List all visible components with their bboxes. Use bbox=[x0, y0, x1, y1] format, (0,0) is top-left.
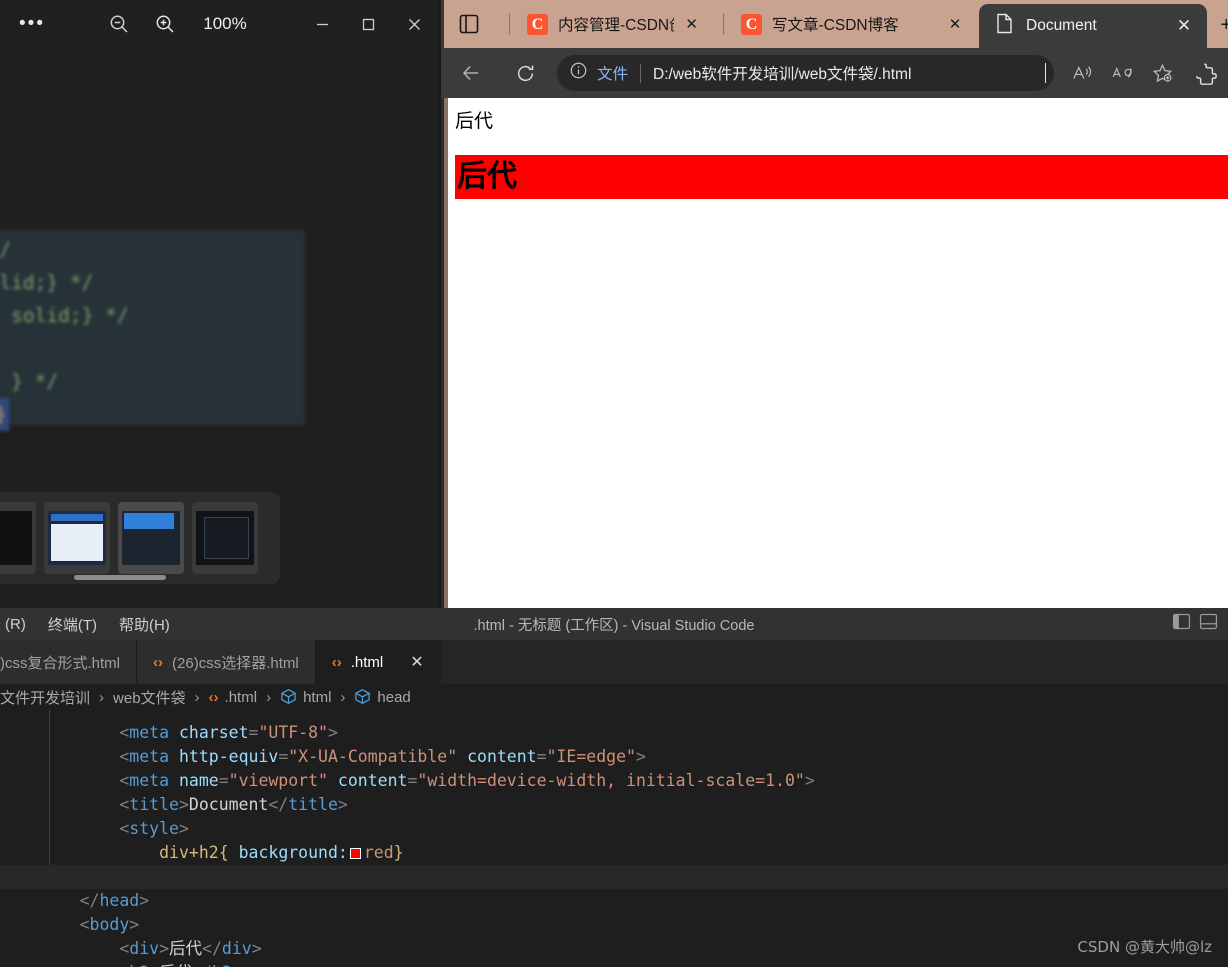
filmstrip-scrollbar[interactable] bbox=[74, 575, 166, 580]
html-file-icon: ‹› bbox=[153, 653, 164, 671]
address-bar[interactable]: 文件 D:/web软件开发培训/web文件袋/.html bbox=[557, 55, 1054, 91]
browser-tab-2[interactable]: C 写文章-CSDN博客 ✕ bbox=[727, 0, 975, 48]
tab-title: 内容管理-CSDN创作中 bbox=[558, 17, 674, 34]
editor-tabs-empty-area bbox=[440, 640, 1228, 684]
thumbnail-2[interactable] bbox=[44, 502, 110, 574]
editor-tab-css-composite[interactable]: )css复合形式.html bbox=[0, 640, 138, 684]
editor-tab-css-selector[interactable]: ‹› (26)css选择器.html bbox=[137, 640, 316, 684]
image-viewer-toolbar: ••• 100% bbox=[0, 0, 443, 48]
symbol-cube-icon bbox=[354, 688, 371, 706]
close-button[interactable] bbox=[391, 0, 437, 48]
tabstrip-left-edge bbox=[441, 0, 444, 48]
tab-close-icon[interactable]: ✕ bbox=[684, 14, 699, 34]
thumbnail-1[interactable] bbox=[0, 502, 36, 574]
browser-toolbar: 文件 D:/web软件开发培训/web文件袋/.html bbox=[441, 48, 1228, 98]
zoom-out-icon[interactable] bbox=[96, 7, 142, 41]
image-viewer-window: ••• 100% solid;} */ bbox=[0, 0, 443, 610]
code-line-h2: <h2>后代</h2> bbox=[20, 937, 241, 967]
page-div-text: 后代 bbox=[455, 110, 494, 132]
extensions-puzzle-icon[interactable] bbox=[1186, 56, 1226, 90]
tab-divider-1 bbox=[509, 13, 510, 35]
tab-title: 写文章-CSDN博客 bbox=[772, 17, 899, 34]
info-circle-icon[interactable] bbox=[569, 61, 588, 85]
document-icon bbox=[995, 13, 1014, 39]
tab-close-icon[interactable]: ✕ bbox=[945, 14, 965, 34]
preview-line-4: ound:red; } */ bbox=[11, 370, 59, 393]
minimize-button[interactable] bbox=[299, 0, 345, 48]
browser-tab-1[interactable]: C 内容管理-CSDN创作中 ✕ bbox=[513, 0, 709, 48]
vscode-code-editor[interactable]: <meta charset="UTF-8"> <meta http-equiv=… bbox=[0, 710, 1228, 967]
toggle-panel-icon[interactable] bbox=[1199, 613, 1218, 635]
address-bar-url[interactable]: D:/web软件开发培训/web文件袋/.html bbox=[653, 62, 1046, 84]
html-file-icon: ‹› bbox=[331, 653, 342, 671]
browser-tab-active-document[interactable]: Document ✕ bbox=[979, 4, 1207, 48]
vscode-editor-tabs: )css复合形式.html ‹› (26)css选择器.html ‹› .htm… bbox=[0, 640, 1228, 684]
vscode-layout-controls bbox=[1172, 608, 1222, 640]
preview-line-5: d: red; } bbox=[0, 398, 9, 431]
toggle-primary-sidebar-icon[interactable] bbox=[1172, 613, 1191, 635]
blurred-code-screenshot: solid;} */ 1px red solid;} */ er:1px red… bbox=[0, 230, 305, 431]
editor-tab-close-icon[interactable]: ✕ bbox=[410, 652, 423, 672]
text-caret bbox=[1045, 63, 1046, 83]
code-line-highlight-head-close bbox=[0, 865, 1228, 889]
edge-browser-window: C 内容管理-CSDN创作中 ✕ C 写文章-CSDN博客 ✕ Document… bbox=[441, 0, 1228, 608]
menu-item-help[interactable]: 帮助(H) bbox=[108, 610, 181, 639]
rendered-web-page: 后代 后代 bbox=[444, 98, 1228, 608]
browser-tab-strip: C 内容管理-CSDN创作中 ✕ C 写文章-CSDN博客 ✕ Document… bbox=[441, 0, 1228, 48]
menu-item-run[interactable]: (R) bbox=[0, 612, 37, 637]
color-swatch-icon[interactable] bbox=[349, 848, 361, 859]
new-tab-button[interactable]: + bbox=[1220, 14, 1228, 37]
breadcrumb-separator: › bbox=[340, 688, 346, 706]
csdn-watermark: CSDN @黄大帅@lz bbox=[1077, 938, 1212, 956]
preview-line-3: er:1px red solid;} */ bbox=[11, 304, 129, 327]
thumbnail-filmstrip[interactable] bbox=[0, 492, 280, 584]
omnibox-separator bbox=[640, 63, 642, 83]
zoom-in-icon[interactable] bbox=[142, 7, 188, 41]
csdn-icon: C bbox=[527, 13, 548, 35]
csdn-icon: C bbox=[741, 13, 762, 35]
thumbnail-4[interactable] bbox=[192, 502, 258, 574]
read-aloud-icon[interactable] bbox=[1062, 56, 1102, 90]
viewer-image-area: solid;} */ 1px red solid;} */ er:1px red… bbox=[0, 60, 443, 490]
zoom-level-label: 100% bbox=[203, 14, 247, 33]
vscode-window: (R) 终端(T) 帮助(H) .html - 无标题 (工作区) - Visu… bbox=[0, 608, 1228, 967]
tab-close-icon[interactable]: ✕ bbox=[1173, 15, 1195, 37]
tab-actions-icon[interactable] bbox=[457, 12, 481, 36]
editor-tab-html-active[interactable]: ‹› .html ✕ bbox=[315, 640, 441, 684]
vscode-title-bar: (R) 终端(T) 帮助(H) .html - 无标题 (工作区) - Visu… bbox=[0, 608, 1228, 640]
tab-title: Document bbox=[1026, 17, 1097, 34]
refresh-icon[interactable] bbox=[505, 56, 545, 90]
translate-icon[interactable] bbox=[1102, 56, 1142, 90]
page-left-border bbox=[444, 98, 448, 608]
css-value: red bbox=[363, 843, 394, 862]
editor-tab-label: (26)css选择器.html bbox=[172, 654, 299, 672]
preview-line-2: 1px red solid;} */ bbox=[0, 271, 94, 294]
maximize-button[interactable] bbox=[345, 0, 391, 48]
more-options-button[interactable]: ••• bbox=[10, 9, 54, 39]
page-h2-heading: 后代 bbox=[455, 155, 1228, 199]
menu-item-terminal[interactable]: 终端(T) bbox=[37, 610, 108, 639]
add-favorite-icon[interactable] bbox=[1142, 56, 1182, 90]
editor-tab-label: )css复合形式.html bbox=[0, 654, 121, 672]
css-property: background: bbox=[238, 843, 348, 862]
editor-tab-label: .html bbox=[350, 653, 384, 671]
thumbnail-3[interactable] bbox=[118, 502, 184, 574]
tab-divider-2 bbox=[723, 13, 724, 35]
vscode-menu-bar: (R) 终端(T) 帮助(H) bbox=[0, 610, 181, 639]
file-scheme-label: 文件 bbox=[597, 66, 629, 83]
back-arrow-icon[interactable] bbox=[451, 56, 491, 90]
preview-line-1: solid;} */ bbox=[0, 238, 12, 261]
vscode-window-title: .html - 无标题 (工作区) - Visual Studio Code bbox=[473, 617, 755, 634]
breadcrumb-symbol-head[interactable]: head bbox=[377, 689, 410, 706]
